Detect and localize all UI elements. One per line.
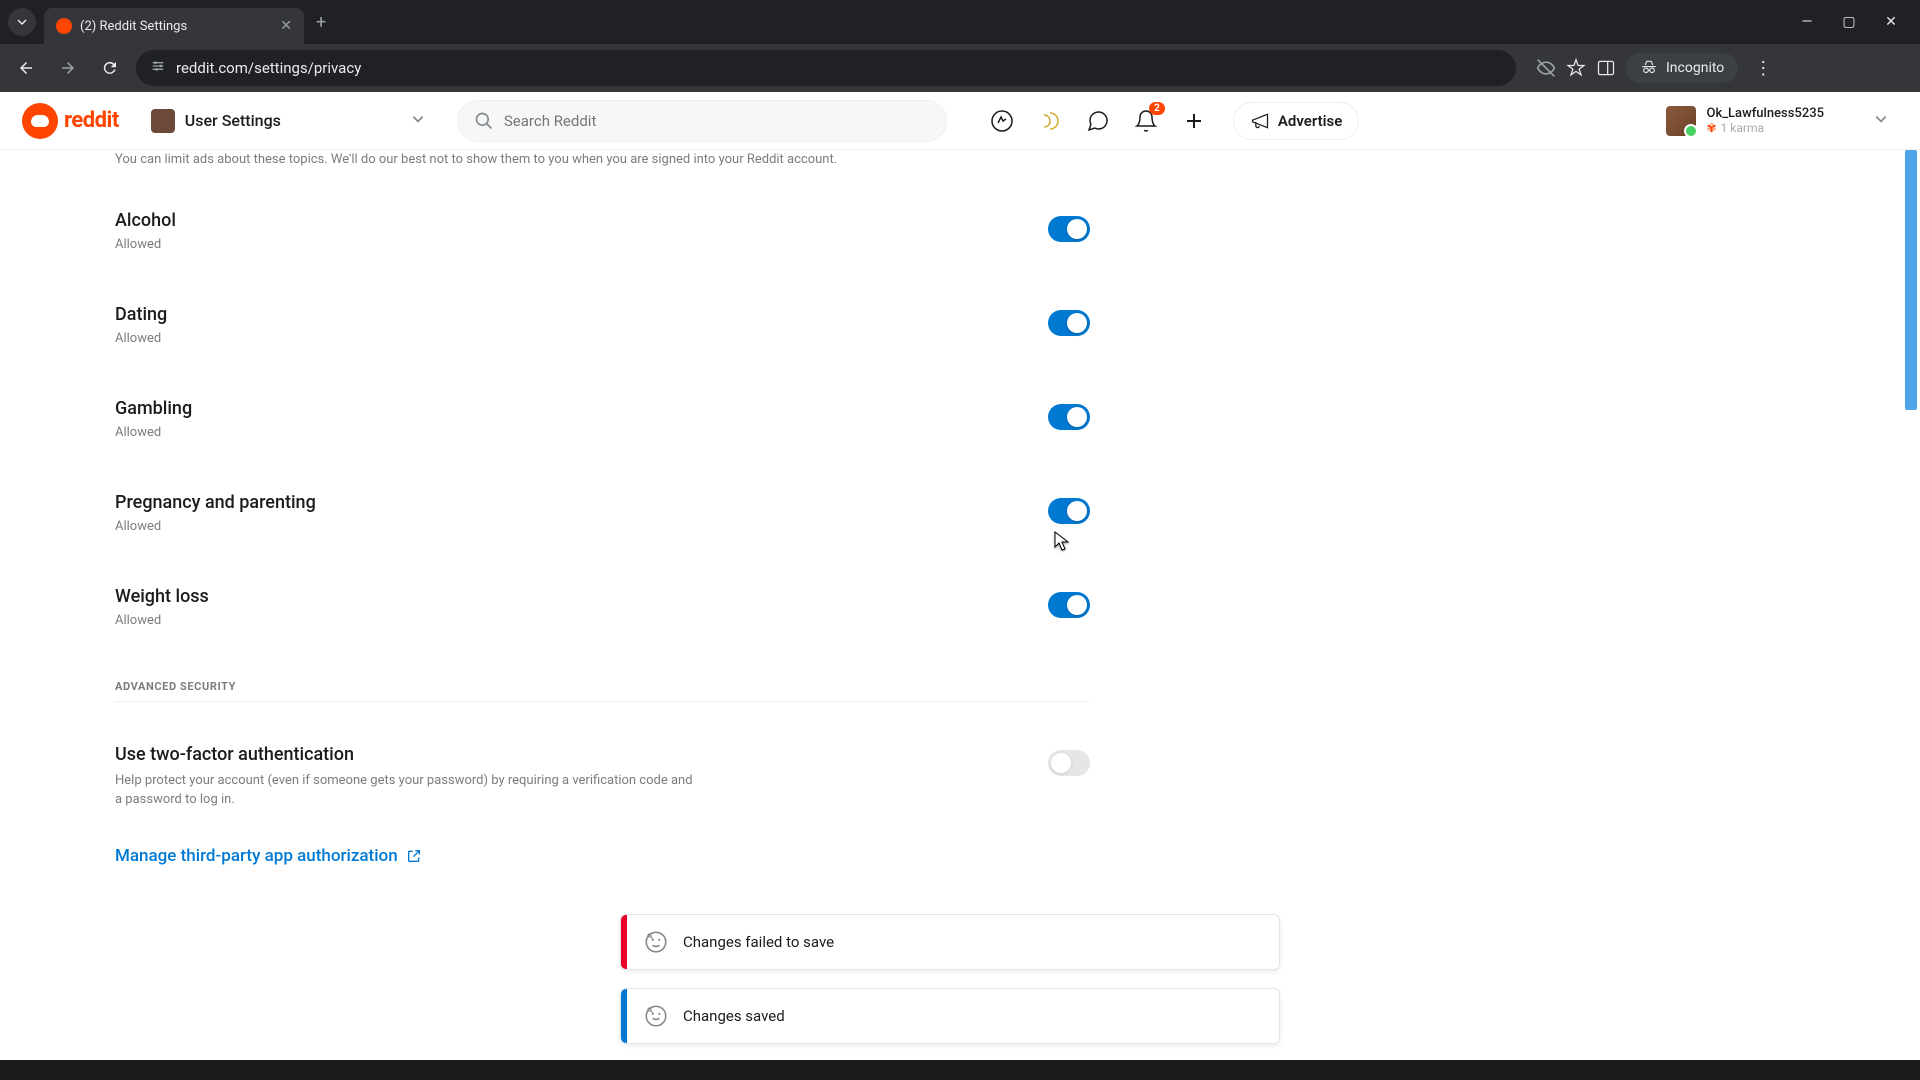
site-settings-icon[interactable] xyxy=(150,58,166,78)
tab-title: (2) Reddit Settings xyxy=(80,19,272,34)
browser-menu-button[interactable]: ⋮ xyxy=(1748,58,1778,79)
reddit-sad-icon xyxy=(643,929,669,955)
setting-row-weight-loss: Weight loss Allowed xyxy=(115,586,1090,628)
user-info: Ok_Lawfulness5235 ✾ 1 karma xyxy=(1706,106,1824,136)
setting-title: Alcohol xyxy=(115,210,176,231)
megaphone-icon xyxy=(1250,111,1270,131)
settings-page: You can limit ads about these topics. We… xyxy=(0,150,1920,1060)
setting-title: Use two-factor authentication xyxy=(115,744,695,765)
bookmark-star-icon[interactable] xyxy=(1566,58,1586,78)
notifications-icon[interactable]: 2 xyxy=(1133,108,1159,134)
setting-status: Allowed xyxy=(115,519,316,534)
reddit-header: reddit User Settings 2 Advertise xyxy=(0,92,1920,150)
setting-title: Dating xyxy=(115,304,167,325)
maximize-button[interactable]: ▢ xyxy=(1840,13,1858,31)
reddit-logo[interactable]: reddit xyxy=(22,103,119,139)
context-dropdown[interactable]: User Settings xyxy=(151,109,425,133)
notification-badge: 2 xyxy=(1149,102,1165,115)
reddit-mark-icon xyxy=(22,103,58,139)
incognito-icon xyxy=(1640,59,1658,77)
address-bar[interactable]: reddit.com/settings/privacy xyxy=(136,50,1516,86)
create-post-icon[interactable] xyxy=(1181,108,1207,134)
context-avatar-icon xyxy=(151,109,175,133)
toggle-weight-loss[interactable] xyxy=(1048,592,1090,618)
arrow-left-icon xyxy=(17,59,35,77)
reddit-wordmark: reddit xyxy=(64,108,119,133)
chevron-down-icon xyxy=(411,111,425,130)
setting-status: Allowed xyxy=(115,613,209,628)
chat-icon[interactable] xyxy=(1085,108,1111,134)
external-link-icon xyxy=(406,848,422,864)
sensitive-ads-note: You can limit ads about these topics. We… xyxy=(115,150,1090,170)
setting-row-dating: Dating Allowed xyxy=(115,304,1090,346)
toggle-twofa[interactable] xyxy=(1048,750,1090,776)
user-name: Ok_Lawfulness5235 xyxy=(1706,106,1824,122)
os-taskbar xyxy=(0,1060,1920,1080)
window-controls: — ▢ ✕ xyxy=(1798,13,1912,31)
browser-toolbar: reddit.com/settings/privacy Incognito ⋮ xyxy=(0,44,1920,92)
user-menu[interactable]: Ok_Lawfulness5235 ✾ 1 karma xyxy=(1656,102,1898,140)
context-label: User Settings xyxy=(185,111,281,130)
header-actions: 2 xyxy=(989,108,1207,134)
setting-row-pregnancy: Pregnancy and parenting Allowed xyxy=(115,492,1090,534)
search-icon xyxy=(474,111,494,131)
forward-button[interactable] xyxy=(52,52,84,84)
setting-title: Gambling xyxy=(115,398,192,419)
chevron-down-icon xyxy=(1874,111,1888,130)
incognito-indicator[interactable]: Incognito xyxy=(1626,53,1738,83)
reddit-favicon-icon xyxy=(56,18,72,34)
toast-text: Changes failed to save xyxy=(683,933,834,951)
browser-tab-strip: (2) Reddit Settings ✕ + — ▢ ✕ xyxy=(0,0,1920,44)
back-button[interactable] xyxy=(10,52,42,84)
toggle-pregnancy[interactable] xyxy=(1048,498,1090,524)
reddit-happy-icon xyxy=(643,1003,669,1029)
search-input[interactable] xyxy=(504,112,930,130)
browser-tab[interactable]: (2) Reddit Settings ✕ xyxy=(44,8,304,44)
manage-apps-link[interactable]: Manage third-party app authorization xyxy=(115,846,1090,866)
setting-title: Weight loss xyxy=(115,586,209,607)
tab-search-button[interactable] xyxy=(8,8,36,36)
reload-button[interactable] xyxy=(94,52,126,84)
minimize-button[interactable]: — xyxy=(1798,13,1816,31)
setting-status: Allowed xyxy=(115,237,176,252)
advanced-security-header: ADVANCED SECURITY xyxy=(115,680,1090,702)
reload-icon xyxy=(101,59,119,77)
setting-status: Allowed xyxy=(115,331,167,346)
url-text: reddit.com/settings/privacy xyxy=(176,59,1502,77)
toggle-alcohol[interactable] xyxy=(1048,216,1090,242)
scrollbar-thumb[interactable] xyxy=(1905,150,1917,410)
popular-icon[interactable] xyxy=(989,108,1015,134)
user-avatar-icon xyxy=(1666,106,1696,136)
arrow-right-icon xyxy=(59,59,77,77)
toggle-gambling[interactable] xyxy=(1048,404,1090,430)
search-box[interactable] xyxy=(457,100,947,142)
chevron-down-icon xyxy=(16,16,28,28)
advertise-button[interactable]: Advertise xyxy=(1233,102,1359,140)
toast-text: Changes saved xyxy=(683,1007,785,1025)
user-karma: ✾ 1 karma xyxy=(1706,121,1824,135)
scrollbar[interactable] xyxy=(1904,150,1918,1060)
setting-row-twofa: Use two-factor authentication Help prote… xyxy=(115,744,1090,810)
setting-description: Help protect your account (even if someo… xyxy=(115,771,695,810)
toast-container: Changes failed to save Changes saved xyxy=(620,914,1280,1044)
toast-error: Changes failed to save xyxy=(620,914,1280,970)
toggle-dating[interactable] xyxy=(1048,310,1090,336)
setting-row-gambling: Gambling Allowed xyxy=(115,398,1090,440)
karma-icon: ✾ xyxy=(1706,121,1716,135)
setting-status: Allowed xyxy=(115,425,192,440)
side-panel-icon[interactable] xyxy=(1596,58,1616,78)
close-window-button[interactable]: ✕ xyxy=(1882,13,1900,31)
incognito-label: Incognito xyxy=(1666,60,1724,76)
coins-icon[interactable] xyxy=(1037,108,1063,134)
setting-row-alcohol: Alcohol Allowed xyxy=(115,210,1090,252)
close-tab-button[interactable]: ✕ xyxy=(280,18,292,34)
new-tab-button[interactable]: + xyxy=(316,12,326,33)
setting-title: Pregnancy and parenting xyxy=(115,492,316,513)
advertise-label: Advertise xyxy=(1278,112,1342,130)
toast-success: Changes saved xyxy=(620,988,1280,1044)
eye-off-icon[interactable] xyxy=(1536,58,1556,78)
